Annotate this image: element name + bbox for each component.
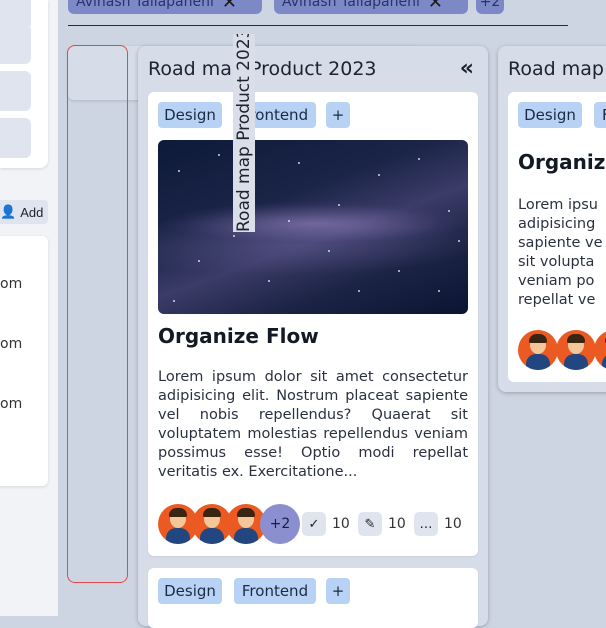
avatar[interactable]: [556, 330, 596, 370]
add-button[interactable]: 👤 Add: [0, 200, 48, 224]
close-icon[interactable]: ✕: [428, 0, 443, 13]
list-item: om: [0, 396, 23, 412]
filter-chip-label: Avinash Tallapaneni: [282, 0, 420, 10]
board-column[interactable]: Road map Design F Organize Lorem ipsu ad…: [498, 46, 606, 392]
left-block[interactable]: [0, 71, 31, 111]
attachments-count: 10: [388, 516, 406, 532]
checklist-count: 10: [332, 516, 350, 532]
description-line: veniam po: [518, 273, 595, 289]
description-line: Lorem ipsu: [518, 197, 598, 213]
description-line: adipisicing: [518, 216, 596, 232]
avatar[interactable]: [594, 330, 606, 370]
tag-design[interactable]: Design: [518, 102, 582, 128]
left-block[interactable]: [0, 24, 31, 64]
close-icon[interactable]: ✕: [222, 0, 237, 13]
user-plus-icon: 👤: [0, 204, 17, 219]
add-tag-button[interactable]: +: [326, 102, 350, 128]
more-filters-chip[interactable]: +2: [476, 0, 504, 14]
description-line: sit volupta: [518, 254, 595, 270]
description-line: repellat ve: [518, 292, 596, 308]
add-tag-button[interactable]: +: [326, 578, 350, 604]
left-list: om om om: [0, 236, 48, 486]
filter-chip-label: Avinash Tallapaneni: [76, 0, 214, 10]
card-description: Lorem ipsum dolor sit amet consectetur a…: [158, 369, 468, 480]
tag-design[interactable]: Design: [158, 578, 222, 604]
left-panel: [0, 0, 48, 168]
add-label: Add: [20, 204, 44, 220]
card-cover-image: [158, 140, 468, 314]
tag-frontend[interactable]: F: [594, 102, 606, 128]
column-title[interactable]: Road map: [508, 58, 604, 80]
list-item: om: [0, 336, 23, 352]
tag-frontend[interactable]: Frontend: [234, 578, 316, 604]
task-card[interactable]: Design Frontend +: [148, 568, 478, 628]
checklist-stat[interactable]: ✓ 10: [302, 512, 350, 536]
comments-stat[interactable]: … 10: [414, 512, 462, 536]
board-column[interactable]: Road map Product 2023 « Design Frontend …: [138, 46, 488, 628]
left-block[interactable]: [0, 118, 31, 158]
more-assignees-badge[interactable]: +2: [260, 504, 300, 544]
check-circle-icon: ✓: [302, 512, 326, 536]
assignee-filter-chip[interactable]: Avinash Tallapaneni ✕: [274, 0, 468, 14]
divider: [68, 25, 568, 26]
comment-icon: …: [414, 512, 438, 536]
more-filters-label: +2: [479, 0, 501, 10]
avatar[interactable]: [518, 330, 558, 370]
task-card[interactable]: Design F Organize Lorem ipsu adipisicing…: [508, 92, 606, 382]
tag-design[interactable]: Design: [158, 102, 222, 128]
description-line: sapiente ve: [518, 235, 603, 251]
dragged-column-title: Road map Product 2023: [234, 34, 254, 232]
card-title[interactable]: Organize: [518, 150, 606, 174]
task-card[interactable]: Design Frontend + Organize Flow Lorem ip…: [148, 92, 478, 556]
comments-count: 10: [444, 516, 462, 532]
card-description: Lorem ipsu adipisicing sapiente ve sit v…: [518, 196, 603, 310]
assignee-filter-chip[interactable]: Avinash Tallapaneni ✕: [68, 0, 262, 14]
attachments-stat[interactable]: ✎ 10: [358, 512, 406, 536]
card-title[interactable]: Organize Flow: [158, 324, 319, 348]
column-title[interactable]: Road map Product 2023: [148, 58, 377, 80]
paperclip-icon: ✎: [358, 512, 382, 536]
collapse-icon[interactable]: «: [460, 56, 474, 81]
dragged-column-label[interactable]: Road map Product 2023: [233, 34, 255, 232]
list-item: om: [0, 276, 23, 292]
drop-placeholder: [67, 45, 128, 583]
